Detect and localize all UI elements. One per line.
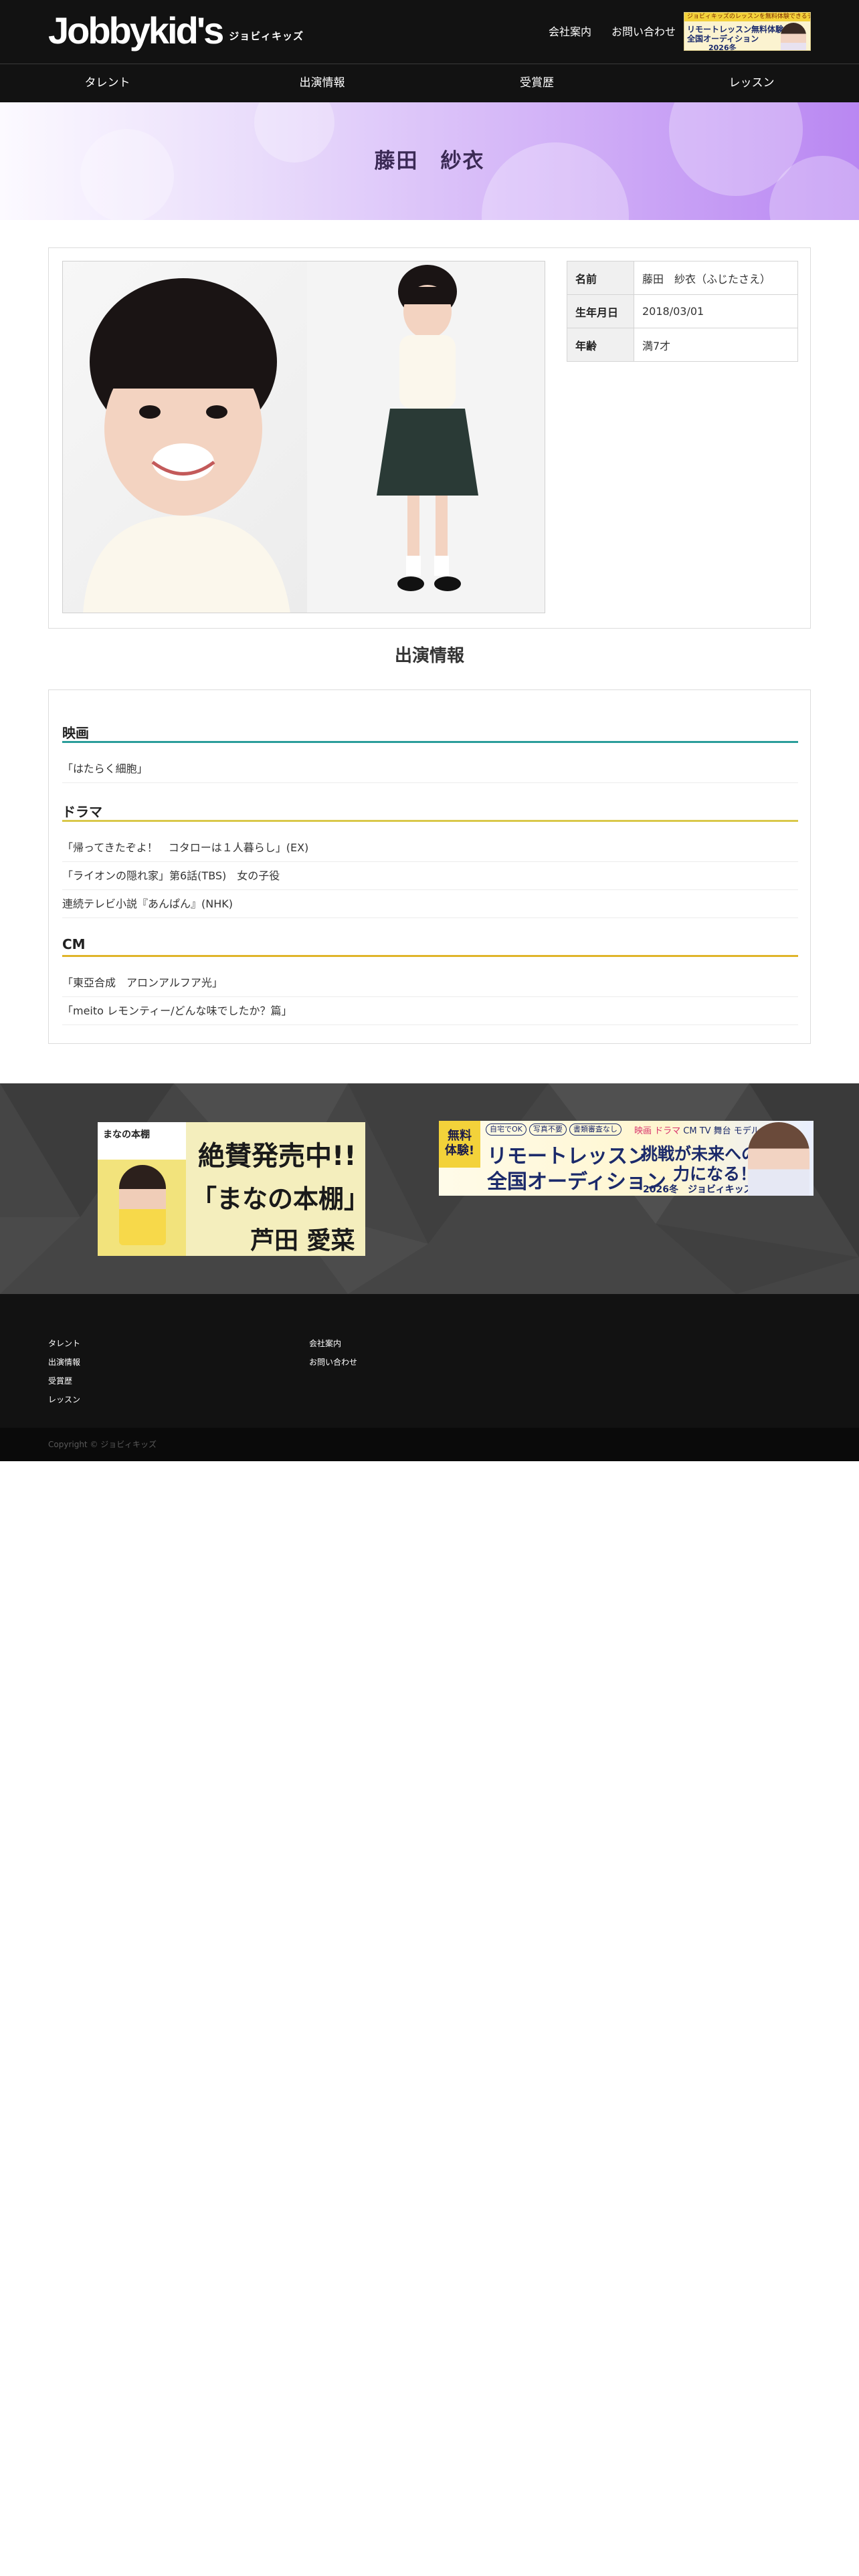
main-nav: タレント 出演情報 受賞歴 レッスン xyxy=(0,64,859,102)
portrait-closeup xyxy=(63,261,307,613)
portrait-fullbody xyxy=(307,261,545,613)
nav-appearances[interactable]: 出演情報 xyxy=(215,64,430,102)
header-banner-photo xyxy=(781,23,806,50)
copyright: Copyright © ジョビィキッズ xyxy=(0,1428,859,1461)
profile-key-age: 年齢 xyxy=(567,328,634,362)
badge-text: 無料 体験! xyxy=(444,1129,475,1158)
profile-value-name: 藤田 紗衣（ふじたさえ） xyxy=(634,261,798,295)
footer-link-lessons[interactable]: レッスン xyxy=(48,1390,80,1409)
footer-link-talent[interactable]: タレント xyxy=(48,1334,80,1353)
audition-tag: 自宅でOK xyxy=(486,1123,527,1136)
audition-tag: 書類審査なし xyxy=(569,1123,622,1136)
appearances-section: 映画 「はたらく細胞」 ドラマ 「帰ってきたぞよ！ コタローは１人暮らし」(EX… xyxy=(48,689,811,1044)
hero-banner: 藤田 紗衣 xyxy=(0,102,859,220)
page-title: 藤田 紗衣 xyxy=(374,149,485,173)
category-movie: 映画 xyxy=(62,725,89,741)
header-link-contact[interactable]: お問い合わせ xyxy=(611,23,676,39)
category-underline xyxy=(62,741,798,743)
nav-awards[interactable]: 受賞歴 xyxy=(430,64,644,102)
footer-link-awards[interactable]: 受賞歴 xyxy=(48,1372,80,1390)
book-cover: まなの本棚 xyxy=(98,1122,186,1256)
book-banner-line3: 芦田 愛菜 xyxy=(250,1227,355,1255)
audition-line5: 2026冬 ジョビィキッズ xyxy=(643,1184,753,1195)
logo-text: Jobbykid's xyxy=(48,9,224,51)
list-item: 連続テレビ小説『あんぱん』(NHK) xyxy=(62,897,233,910)
category-underline xyxy=(62,955,798,957)
audition-photo xyxy=(748,1122,809,1196)
profile-value-birthdate: 2018/03/01 xyxy=(634,294,798,328)
free-trial-badge: 無料 体験! xyxy=(439,1121,480,1168)
table-row: 名前 藤田 紗衣（ふじたさえ） xyxy=(567,261,798,295)
book-banner-line1: 絶賛発売中!! xyxy=(198,1141,357,1172)
site-header: Jobbykid's ジョビィキッズ 会社案内 お問い合わせ ジョビィキッズのレ… xyxy=(0,0,859,64)
nav-lessons[interactable]: レッスン xyxy=(644,64,859,102)
audition-genres-highlight: 映画 ドラマ xyxy=(634,1126,681,1136)
audition-tag: 写真不要 xyxy=(529,1123,567,1136)
book-cover-photo xyxy=(119,1165,166,1245)
site-logo[interactable]: Jobbykid's ジョビィキッズ xyxy=(48,9,304,51)
header-links: 会社案内 お問い合わせ xyxy=(549,23,676,39)
logo-subtext: ジョビィキッズ xyxy=(229,30,304,42)
footer-link-contact[interactable]: お問い合わせ xyxy=(309,1353,357,1372)
table-row: 生年月日 2018/03/01 xyxy=(567,294,798,328)
footer-link-company[interactable]: 会社案内 xyxy=(309,1334,357,1353)
list-item: 「はたらく細胞」 xyxy=(62,762,148,775)
table-row: 年齢 満7才 xyxy=(567,328,798,362)
list-item: 「meito レモンティー/どんな味でしたか？篇」 xyxy=(62,1004,292,1017)
header-banner-line3: 2026冬 xyxy=(708,43,737,51)
header-link-company[interactable]: 会社案内 xyxy=(549,23,591,39)
book-cover-title: まなの本棚 xyxy=(103,1130,150,1140)
book-release-banner[interactable]: まなの本棚 絶賛発売中!! 「まなの本棚」 芦田 愛菜 xyxy=(98,1122,365,1256)
audition-banner[interactable]: 無料 体験! 自宅でOK 写真不要 書類審査なし 映画 ドラマ CM TV 舞台… xyxy=(439,1121,814,1196)
footer-column-2: 会社案内 お問い合わせ xyxy=(309,1334,357,1372)
audition-line2: 全国オーディション xyxy=(487,1170,666,1194)
promo-banner-area: まなの本棚 絶賛発売中!! 「まなの本棚」 芦田 愛菜 無料 体験! 自宅でOK… xyxy=(0,1083,859,1294)
profile-key-birthdate: 生年月日 xyxy=(567,294,634,328)
audition-line4: 力になる！ xyxy=(673,1164,757,1184)
book-banner-line2: 「まなの本棚」 xyxy=(191,1184,365,1214)
profile-photo xyxy=(62,261,545,613)
footer-link-appearances[interactable]: 出演情報 xyxy=(48,1353,80,1372)
divider xyxy=(62,889,798,890)
list-item: 「ライオンの隠れ家」第6話(TBS) 女の子役 xyxy=(62,869,280,882)
divider xyxy=(62,996,798,997)
profile-value-age: 満7才 xyxy=(634,328,798,362)
profile-section: 名前 藤田 紗衣（ふじたさえ） 生年月日 2018/03/01 年齢 満7才 xyxy=(48,247,811,629)
appearances-heading: 出演情報 xyxy=(394,646,464,666)
footer-column-1: タレント 出演情報 受賞歴 レッスン xyxy=(48,1334,80,1409)
audition-tags: 自宅でOK 写真不要 書類審査なし xyxy=(486,1123,622,1136)
profile-key-name: 名前 xyxy=(567,261,634,295)
divider xyxy=(62,782,798,783)
category-cm: CM xyxy=(62,936,86,952)
profile-table: 名前 藤田 紗衣（ふじたさえ） 生年月日 2018/03/01 年齢 満7才 xyxy=(567,261,798,362)
list-item: 「帰ってきたぞよ！ コタローは１人暮らし」(EX) xyxy=(62,841,309,854)
page-root: Jobbykid's ジョビィキッズ 会社案内 お問い合わせ ジョビィキッズのレ… xyxy=(0,0,859,2576)
nav-talent[interactable]: タレント xyxy=(0,64,215,102)
divider xyxy=(62,861,798,862)
header-banner-top-text: ジョビィキッズのレッスンを無料体験できるチャンス！ xyxy=(684,13,810,21)
category-drama: ドラマ xyxy=(62,804,102,820)
category-underline xyxy=(62,820,798,822)
header-audition-banner[interactable]: ジョビィキッズのレッスンを無料体験できるチャンス！ リモートレッスン無料体験 全… xyxy=(684,12,811,51)
site-footer: タレント 出演情報 受賞歴 レッスン 会社案内 お問い合わせ xyxy=(0,1294,859,1428)
list-item: 「東亞合成 アロンアルフア光」 xyxy=(62,976,223,989)
